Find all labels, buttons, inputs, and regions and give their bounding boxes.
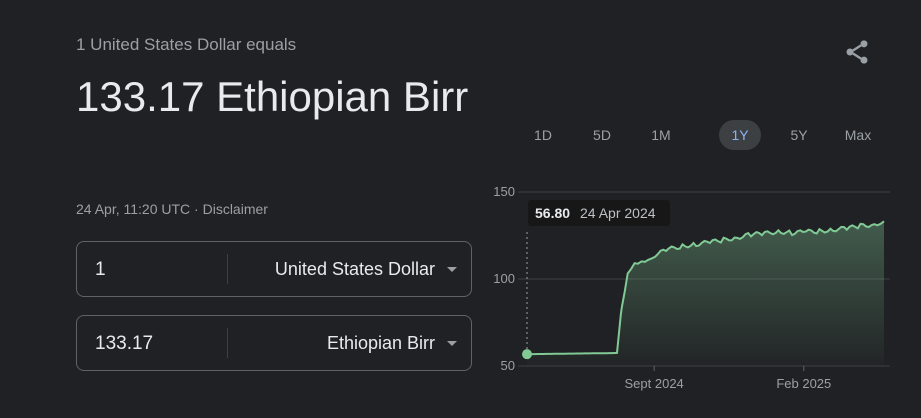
hover-point [522,349,532,360]
y-tick-label: 50 [501,358,515,373]
range-1m[interactable]: 1M [640,120,682,150]
range-5y[interactable]: 5Y [778,120,820,150]
from-amount-input[interactable] [93,242,227,298]
range-1y[interactable]: 1Y [719,120,761,150]
meta-line: 24 Apr, 11:20 UTC · Disclaimer [76,201,268,217]
from-currency-select[interactable]: United States Dollar [275,242,457,296]
share-icon[interactable] [843,38,871,66]
equals-label: 1 United States Dollar equals [76,35,297,54]
x-tick-label: Feb 2025 [776,376,831,391]
range-1d[interactable]: 1D [522,120,564,150]
y-tick-label: 100 [493,271,515,286]
disclaimer-link[interactable]: Disclaimer [203,201,268,217]
from-currency-label: United States Dollar [274,258,435,279]
chevron-down-icon [447,340,457,346]
to-currency-label: Ethiopian Birr [326,332,435,353]
exchange-rate-chart[interactable]: 50 100 150 Sept 2024 Feb 2025 56.80 24 Apr 202… [488,170,898,405]
x-tick-label: Sept 2024 [625,376,684,391]
range-max[interactable]: Max [837,120,879,150]
series-area [527,221,884,366]
currency-converter-card: 1 United States Dollar equals 133.17 Eth… [0,0,921,418]
divider [227,328,228,358]
timestamp: 24 Apr, 11:20 UTC [76,201,191,217]
to-amount-input[interactable] [93,316,227,372]
to-currency-select[interactable]: Ethiopian Birr [327,316,457,370]
range-5d[interactable]: 5D [581,120,623,150]
to-currency-row: Ethiopian Birr [76,315,472,372]
from-currency-row: United States Dollar [76,241,472,298]
tooltip-value: 56.80 [535,205,570,221]
converted-result: 133.17 Ethiopian Birr [76,73,469,120]
chevron-down-icon [447,266,457,272]
tooltip-date: 24 Apr 2024 [580,205,656,221]
divider [227,254,228,284]
time-range-tabs: 1D 5D 1M 1Y 5Y Max [522,120,879,150]
y-tick-label: 150 [493,184,515,199]
separator: · [190,201,203,217]
